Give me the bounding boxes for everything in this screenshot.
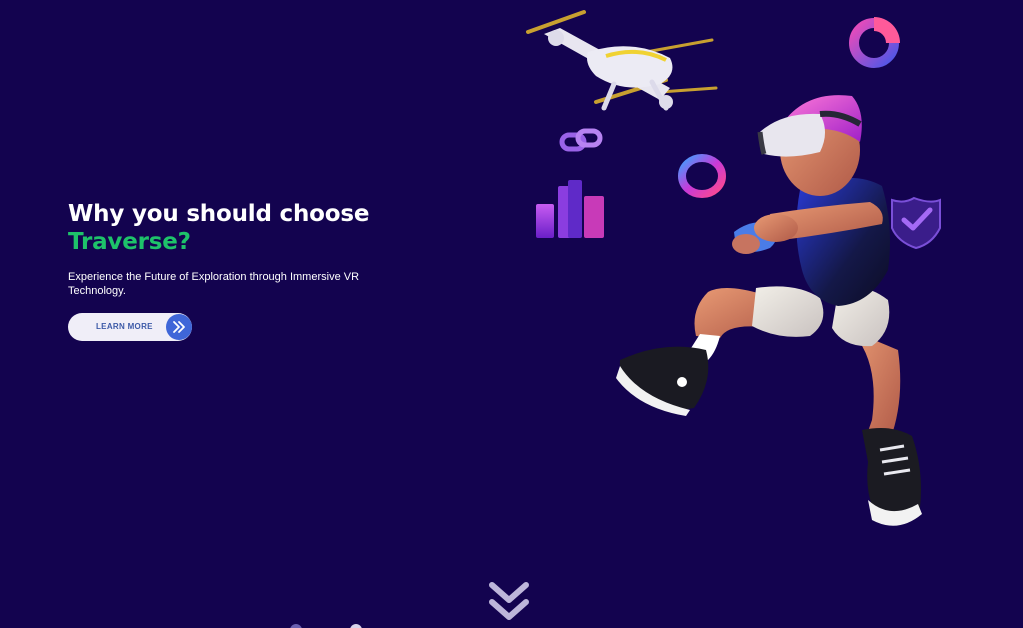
headline-accent: Traverse? bbox=[68, 229, 191, 255]
bottom-edge-decor bbox=[290, 624, 362, 628]
learn-more-label: LEARN MORE bbox=[96, 322, 153, 331]
hero-copy: Why you should choose Traverse? Experien… bbox=[68, 200, 408, 341]
link-icon bbox=[559, 128, 603, 152]
headline-line-1: Why you should choose bbox=[68, 201, 370, 227]
drone-decoration bbox=[526, 10, 718, 111]
double-chevron-down-icon bbox=[489, 582, 529, 620]
hero-headline: Why you should choose Traverse? bbox=[68, 200, 408, 256]
vr-player-illustration bbox=[526, 10, 941, 526]
ring-icon bbox=[678, 154, 726, 198]
shield-check-icon bbox=[891, 196, 941, 250]
scroll-down-indicator[interactable] bbox=[488, 582, 530, 626]
bar-chart-icon bbox=[536, 180, 604, 238]
donut-chart-icon bbox=[849, 17, 900, 68]
double-chevron-right-icon bbox=[166, 314, 192, 340]
vr-player-figure bbox=[616, 95, 922, 526]
learn-more-button[interactable]: LEARN MORE bbox=[68, 313, 192, 341]
hero-section: Why you should choose Traverse? Experien… bbox=[0, 0, 1023, 628]
hero-subtext: Experience the Future of Exploration thr… bbox=[68, 271, 360, 297]
